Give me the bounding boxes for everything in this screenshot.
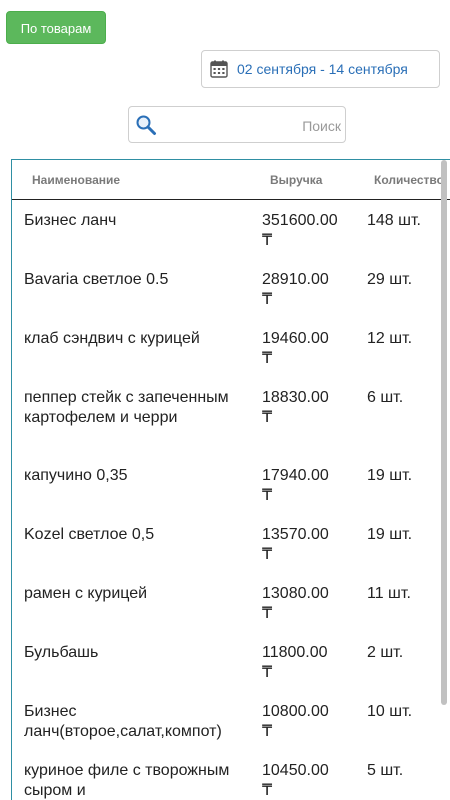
vertical-scrollbar[interactable]: [441, 160, 447, 705]
table-header: Наименование Выручка Количество: [12, 160, 450, 200]
revenue-cell: 10800.00 ₸: [262, 702, 352, 742]
table-body: Бизнес ланч 351600.00 ₸ 148 шт. Bavaria с…: [12, 200, 450, 800]
revenue-cell: 13080.00 ₸: [262, 584, 352, 624]
revenue-cell: 19460.00 ₸: [262, 329, 352, 369]
quantity-cell: 19 шт.: [367, 467, 413, 484]
group-by-products-button[interactable]: По товарам: [6, 11, 106, 44]
table-row[interactable]: рамен с курицей 13080.00 ₸ 11 шт.: [12, 573, 450, 632]
revenue-value: 18830.00: [262, 389, 329, 406]
revenue-value: 351600.00: [262, 212, 338, 229]
product-name: капучино 0,35: [24, 467, 128, 484]
currency-symbol: ₸: [262, 723, 273, 740]
currency-symbol: ₸: [262, 291, 273, 308]
column-header-name[interactable]: Наименование: [32, 173, 120, 187]
currency-symbol: ₸: [262, 409, 273, 426]
currency-symbol: ₸: [262, 487, 273, 504]
currency-symbol: ₸: [262, 350, 273, 367]
search-input[interactable]: [163, 110, 343, 141]
quantity-cell: 19 шт.: [367, 526, 413, 543]
revenue-value: 19460.00: [262, 330, 329, 347]
search-icon: [136, 115, 156, 135]
product-name: Bavaria светлое 0.5: [24, 271, 169, 288]
product-name: Бульбашь: [24, 644, 99, 661]
table-row[interactable]: клаб сэндвич с курицей 19460.00 ₸ 12 шт.: [12, 318, 450, 377]
revenue-value: 13570.00: [262, 526, 329, 543]
currency-symbol: ₸: [262, 232, 273, 249]
currency-symbol: ₸: [262, 782, 273, 799]
revenue-value: 17940.00: [262, 467, 329, 484]
product-name: куриное филе с творожным сыром и: [24, 762, 230, 799]
product-name: Kozel светлое 0,5: [24, 526, 155, 543]
revenue-cell: 28910.00 ₸: [262, 270, 352, 310]
product-name: Бизнес ланч(второе,салат,компот): [24, 703, 222, 740]
product-name: пеппер стейк с запеченным картофелем и ч…: [24, 389, 229, 426]
revenue-cell: 18830.00 ₸: [262, 388, 352, 428]
revenue-cell: 11800.00 ₸: [262, 643, 352, 683]
revenue-value: 10800.00: [262, 703, 329, 720]
quantity-cell: 6 шт.: [367, 389, 404, 406]
product-name: рамен с курицей: [24, 585, 148, 602]
product-name: клаб сэндвич с курицей: [24, 330, 200, 347]
products-table: Наименование Выручка Количество Бизнес л…: [11, 159, 450, 800]
table-row[interactable]: капучино 0,35 17940.00 ₸ 19 шт.: [12, 455, 450, 514]
quantity-cell: 2 шт.: [367, 644, 404, 661]
currency-symbol: ₸: [262, 664, 273, 681]
revenue-value: 13080.00: [262, 585, 329, 602]
table-row[interactable]: пеппер стейк с запеченным картофелем и ч…: [12, 377, 450, 455]
currency-symbol: ₸: [262, 605, 273, 622]
date-range-label: 02 сентября - 14 сентября: [237, 61, 408, 77]
currency-symbol: ₸: [262, 546, 273, 563]
quantity-cell: 148 шт.: [367, 212, 421, 229]
table-row[interactable]: Бизнес ланч(второе,салат,компот) 10800.0…: [12, 691, 450, 750]
search-box[interactable]: [128, 106, 346, 143]
quantity-cell: 11 шт.: [367, 585, 411, 602]
revenue-value: 10450.00: [262, 762, 329, 779]
table-row[interactable]: Бульбашь 11800.00 ₸ 2 шт.: [12, 632, 450, 691]
date-range-picker[interactable]: 02 сентября - 14 сентября: [201, 50, 440, 88]
quantity-cell: 12 шт.: [367, 330, 413, 347]
column-header-quantity[interactable]: Количество: [374, 173, 444, 187]
quantity-cell: 29 шт.: [367, 271, 413, 288]
calendar-icon: [210, 60, 228, 78]
revenue-value: 28910.00: [262, 271, 329, 288]
product-name: Бизнес ланч: [24, 212, 117, 229]
revenue-value: 11800.00: [262, 644, 328, 661]
sales-report-page: По товарам 02 сентября - 14 сентября Наи…: [0, 0, 450, 800]
table-row[interactable]: Kozel светлое 0,5 13570.00 ₸ 19 шт.: [12, 514, 450, 573]
revenue-cell: 10450.00 ₸: [262, 761, 352, 800]
table-row[interactable]: куриное филе с творожным сыром и 10450.0…: [12, 750, 450, 800]
column-header-revenue[interactable]: Выручка: [270, 173, 322, 187]
table-row[interactable]: Bavaria светлое 0.5 28910.00 ₸ 29 шт.: [12, 259, 450, 318]
quantity-cell: 10 шт.: [367, 703, 413, 720]
revenue-cell: 13570.00 ₸: [262, 525, 352, 565]
table-row[interactable]: Бизнес ланч 351600.00 ₸ 148 шт.: [12, 200, 450, 259]
revenue-cell: 351600.00 ₸: [262, 211, 352, 251]
quantity-cell: 5 шт.: [367, 762, 404, 779]
revenue-cell: 17940.00 ₸: [262, 466, 352, 506]
